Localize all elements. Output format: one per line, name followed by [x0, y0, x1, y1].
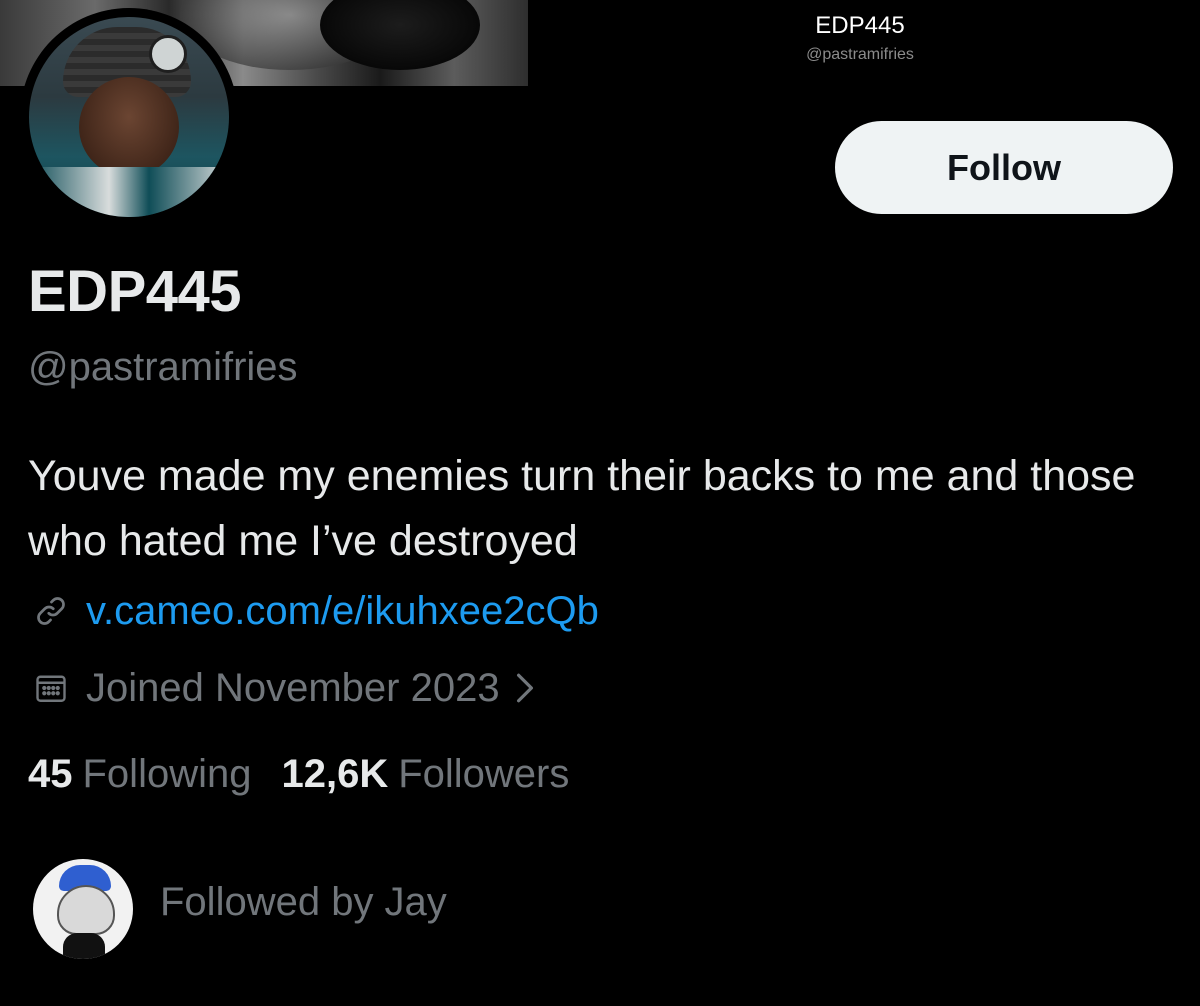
followed-by-text[interactable]: Followed by Jay	[160, 880, 447, 925]
profile-link[interactable]: v.cameo.com/e/ikuhxee2cQb	[86, 589, 599, 634]
followed-by-avatar[interactable]	[33, 859, 133, 959]
chevron-right-icon[interactable]	[510, 665, 540, 711]
follow-stats: 45 Following 12,6K Followers	[28, 752, 569, 797]
profile-avatar[interactable]	[20, 8, 238, 226]
profile-handle: @pastramifries	[28, 345, 298, 389]
profile-bio: Youve made my enemies turn their backs t…	[28, 452, 1136, 565]
following-count: 45	[28, 752, 73, 796]
header-handle: @pastramifries	[806, 46, 914, 63]
follow-button[interactable]: Follow	[835, 121, 1173, 214]
followers-label: Followers	[398, 752, 570, 796]
link-icon	[28, 588, 74, 634]
following-label: Following	[82, 752, 252, 796]
display-name: EDP445	[28, 259, 242, 324]
following-link[interactable]: 45 Following	[28, 752, 251, 797]
header-title: EDP445	[815, 12, 905, 39]
calendar-icon	[28, 665, 74, 711]
followers-count: 12,6K	[281, 752, 389, 796]
joined-date: Joined November 2023	[86, 665, 500, 710]
followers-link[interactable]: 12,6K Followers	[281, 752, 569, 797]
profile-link-row[interactable]: v.cameo.com/e/ikuhxee2cQb	[28, 588, 599, 634]
avatar-image	[29, 17, 229, 217]
joined-row[interactable]: Joined November 2023	[28, 665, 540, 711]
